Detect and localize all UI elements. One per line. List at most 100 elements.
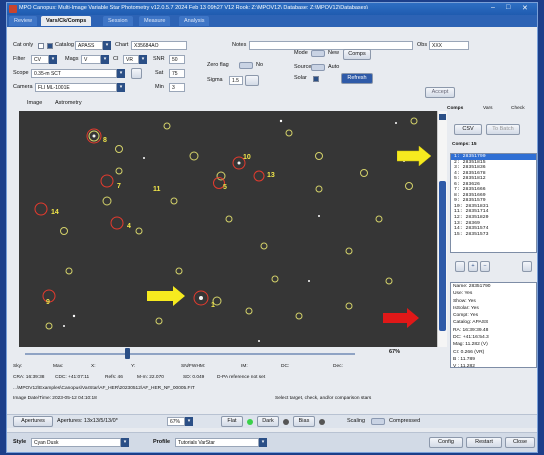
comp-info-line: Show: Yes [453, 298, 476, 304]
comps-list[interactable]: 1: 28351790 2: 28351815 3: 28351836 4: 2835… [450, 153, 537, 253]
footer-toolbar: Apertures Apertures: 13x13/5/13/0* 67% ▾… [7, 414, 537, 428]
zoom-slider-track[interactable] [25, 353, 355, 355]
scroll-up-icon[interactable] [439, 114, 446, 120]
catalog-dropdown-icon[interactable]: ▾ [103, 41, 111, 50]
profile-dropdown-icon[interactable]: ▾ [259, 438, 267, 447]
source-toggle[interactable] [311, 64, 325, 71]
comp-list-item[interactable]: 15: 28351573 [451, 232, 536, 238]
star-label-7: 7 [117, 183, 121, 190]
image-vertical-scrollbar[interactable] [437, 111, 447, 347]
filter-dropdown-icon[interactable]: ▾ [49, 55, 57, 64]
bias-button[interactable]: Bias [293, 416, 315, 427]
sigma-apply-button[interactable] [245, 75, 259, 86]
close-button[interactable]: Close [505, 437, 535, 448]
dark-button[interactable]: Dark [257, 416, 279, 427]
status-dpa: D-PA reference not set [217, 375, 266, 380]
camera-dropdown-icon[interactable]: ▾ [117, 83, 125, 92]
main-tabs: Review Vars/Ck/Comps Session Measure Ana… [7, 15, 537, 27]
comp-info-line: IsSolar: Yes [453, 305, 479, 311]
apertures-button[interactable]: Apertures [13, 416, 53, 427]
camera-select[interactable]: FLI ML-1001E [35, 83, 117, 92]
zoom-select-dropdown-icon[interactable]: ▾ [185, 417, 193, 426]
tab-review[interactable]: Review [9, 16, 38, 26]
zoom-percentage: 67% [389, 349, 401, 355]
restart-button[interactable]: Restart [466, 437, 502, 448]
zero-flag-toggle[interactable] [239, 62, 253, 69]
solar-label: Solar [294, 75, 307, 81]
sigma-input[interactable]: 1.5 [229, 76, 243, 85]
comp-info-line: DC: +41:16:54.3 [453, 335, 489, 341]
min-input[interactable]: 3 [169, 83, 185, 92]
solar-checkbox[interactable] [313, 76, 319, 82]
source-state: Auto [328, 64, 340, 70]
zoom-select[interactable]: 67% [167, 417, 185, 426]
csv-button[interactable]: CSV [454, 124, 482, 135]
close-button-label: Close [512, 439, 528, 445]
compressed-label: Compressed [389, 418, 421, 424]
sat-input[interactable]: 75 [169, 69, 185, 78]
tab-image[interactable]: Image [27, 99, 42, 108]
tab-measure[interactable]: Measure [139, 16, 171, 26]
tab-session[interactable]: Session [103, 16, 133, 26]
refresh-button[interactable]: Refresh [341, 73, 373, 84]
dark-status-icon [283, 419, 289, 425]
accept-button[interactable]: Accept [425, 87, 455, 98]
chart-input[interactable]: X35684AO [131, 41, 187, 50]
to-batch-button[interactable]: To Batch [486, 124, 520, 135]
comps-search-button[interactable] [455, 261, 465, 272]
zoom-slider-handle[interactable] [125, 348, 130, 359]
comps-settings-button[interactable] [522, 261, 532, 272]
scope-edit-button[interactable] [131, 68, 142, 79]
flat-button[interactable]: Flat [221, 416, 243, 427]
tab-vars-ck-comps[interactable]: Vars/Ck/Comps [41, 16, 92, 26]
scope-select[interactable]: 0.35-m SCT [31, 69, 117, 78]
mags-dropdown-icon[interactable]: ▾ [101, 55, 109, 64]
ci-dropdown-icon[interactable]: ▾ [139, 55, 147, 64]
star-label-5: 5 [223, 184, 227, 191]
scope-dropdown-icon[interactable]: ▾ [117, 69, 125, 78]
app-window: MPO Canopus: Multi-Image Variable Star P… [6, 2, 538, 453]
minimize-icon[interactable]: – [491, 4, 495, 11]
catalog-select[interactable]: APASS [75, 41, 103, 50]
star-field-image[interactable]: 8 10 13 7 11 5 14 4 9 1 [19, 111, 437, 347]
close-window-icon[interactable]: ✕ [522, 4, 528, 12]
tab-astrometry[interactable]: Astrometry [55, 99, 82, 108]
flat-button-label: Flat [227, 418, 237, 424]
comp-info-line: RA: 16:39:39.48 [453, 327, 489, 333]
ci-select[interactable]: VR [123, 55, 139, 64]
status-dec: Dec: [333, 364, 343, 369]
star-field-svg[interactable]: 8 10 13 7 11 5 14 4 9 1 [19, 111, 437, 347]
comp-info-line: Name: 28351790 [453, 284, 491, 289]
config-button[interactable]: Config [429, 437, 463, 448]
status-dc: DC: [281, 364, 290, 369]
scroll-thumb[interactable] [439, 181, 446, 331]
comps-add-button[interactable]: + [468, 261, 478, 272]
right-panel-tabs: Comps Vars Check [445, 105, 537, 113]
comps-remove-button[interactable]: − [480, 261, 490, 272]
tab-vars[interactable]: Vars [483, 106, 493, 111]
tab-comps[interactable]: Comps [447, 106, 463, 111]
comps-button[interactable]: Comps [343, 49, 371, 60]
mags-select[interactable]: V [81, 55, 101, 64]
scaling-toggle[interactable] [371, 418, 385, 425]
filter-select[interactable]: CV [31, 55, 49, 64]
mode-toggle[interactable] [311, 50, 325, 57]
mode-label: Mode [294, 50, 308, 56]
comp-info-line: CI: 0.266 (VR) [453, 349, 485, 355]
style-select[interactable]: Cyan Dusk [31, 438, 121, 447]
yellow-arrow-list-icon [397, 146, 432, 166]
obs-input[interactable]: XXX [429, 41, 469, 50]
snr-input[interactable]: 50 [169, 55, 185, 64]
style-dropdown-icon[interactable]: ▾ [121, 438, 129, 447]
tab-analysis[interactable]: Analysis [179, 16, 210, 26]
status-cdc: CDC: +41:07:11 [55, 375, 90, 380]
cat-only-checkbox[interactable] [38, 43, 44, 49]
tab-check[interactable]: Check [511, 106, 525, 111]
chart-label: Chart [115, 42, 129, 48]
catalog-checkbox[interactable] [47, 43, 53, 49]
comp-info-line: Catalog: APASS [453, 320, 489, 326]
status-row-1: Sky: Max: X: Y: SN/FWHM: IM: DC: Dec: [13, 364, 443, 372]
maximize-icon[interactable]: □ [506, 4, 510, 11]
dark-button-label: Dark [262, 418, 274, 424]
profile-select[interactable]: Tutorials VarStar [175, 438, 259, 447]
